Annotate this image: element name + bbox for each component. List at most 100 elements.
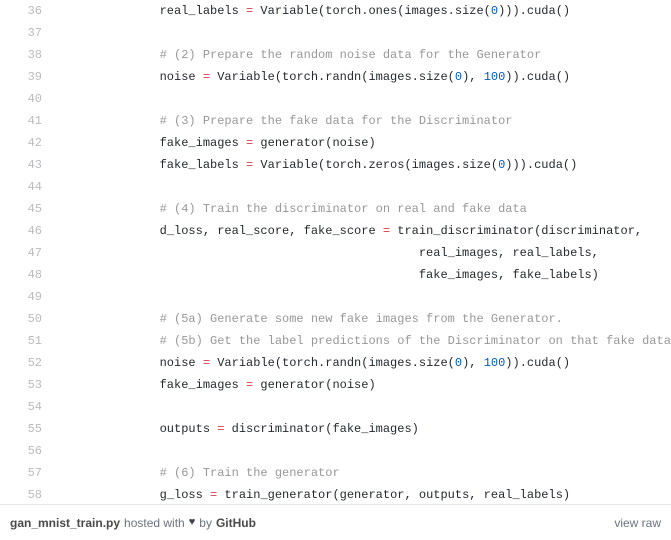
code-token-comment: # (4) Train the discriminator on real an… <box>102 202 527 216</box>
code-line: 55 outputs = discriminator(fake_images) <box>0 418 671 440</box>
gist-filename: gan_mnist_train.py <box>10 515 121 530</box>
code-line: 47 real_images, real_labels, <box>0 242 671 264</box>
line-content: outputs = discriminator(fake_images) <box>52 418 671 440</box>
code-token-plain: real_images, real_labels, <box>102 246 599 260</box>
line-number: 58 <box>0 484 52 504</box>
by-label: by <box>199 515 212 530</box>
line-number: 38 <box>0 44 52 66</box>
code-line: 38 # (2) Prepare the random noise data f… <box>0 44 671 66</box>
code-token-plain: d_loss, real_score, fake_score <box>102 224 383 238</box>
code-table: 36 real_labels = Variable(torch.ones(ima… <box>0 0 671 504</box>
line-number: 49 <box>0 286 52 308</box>
line-number: 56 <box>0 440 52 462</box>
code-token-plain: discriminator(fake_images) <box>224 422 419 436</box>
line-number: 48 <box>0 264 52 286</box>
line-content: # (5a) Generate some new fake images fro… <box>52 308 671 330</box>
code-token-op: = <box>202 70 211 84</box>
line-content <box>52 176 671 198</box>
line-content <box>52 440 671 462</box>
code-token-plain: g_loss <box>102 488 211 502</box>
code-token-plain: )).cuda() <box>505 356 571 370</box>
code-line: 42 fake_images = generator(noise) <box>0 132 671 154</box>
line-content: fake_images = generator(noise) <box>52 374 671 396</box>
code-token-plain: generator(noise) <box>253 378 376 392</box>
line-content: # (2) Prepare the random noise data for … <box>52 44 671 66</box>
code-token-num: 0 <box>454 356 463 370</box>
code-token-plain: Variable(torch.zeros(images.size( <box>253 158 499 172</box>
line-content: g_loss = train_generator(generator, outp… <box>52 484 671 504</box>
github-brand-label: GitHub <box>215 515 256 530</box>
line-number: 42 <box>0 132 52 154</box>
line-number: 50 <box>0 308 52 330</box>
gist-embed: 36 real_labels = Variable(torch.ones(ima… <box>0 0 671 540</box>
code-token-plain: ), <box>462 70 484 84</box>
code-line: 51 # (5b) Get the label predictions of t… <box>0 330 671 352</box>
code-line: 54 <box>0 396 671 418</box>
code-line: 56 <box>0 440 671 462</box>
line-number: 52 <box>0 352 52 374</box>
code-token-num: 0 <box>454 70 463 84</box>
line-number: 41 <box>0 110 52 132</box>
code-token-comment: # (5b) Get the label predictions of the … <box>102 334 671 348</box>
line-number: 51 <box>0 330 52 352</box>
gist-meta-bar: gan_mnist_train.py hosted with ♥ by GitH… <box>0 504 671 540</box>
code-line: 46 d_loss, real_score, fake_score = trai… <box>0 220 671 242</box>
line-number: 57 <box>0 462 52 484</box>
code-token-plain: train_generator(generator, outputs, real… <box>217 488 571 502</box>
line-content: d_loss, real_score, fake_score = train_d… <box>52 220 671 242</box>
code-lines: 36 real_labels = Variable(torch.ones(ima… <box>0 0 671 504</box>
line-content <box>52 88 671 110</box>
code-token-num: 100 <box>483 70 506 84</box>
code-line: 37 <box>0 22 671 44</box>
code-token-plain: Variable(torch.randn(images.size( <box>210 70 455 84</box>
line-number: 53 <box>0 374 52 396</box>
code-token-plain: ), <box>462 356 484 370</box>
code-line: 39 noise = Variable(torch.randn(images.s… <box>0 66 671 88</box>
hosted-with-label: hosted with <box>124 515 185 530</box>
code-token-plain: real_labels <box>102 4 247 18</box>
line-content: noise = Variable(torch.randn(images.size… <box>52 66 671 88</box>
gist-meta-left: gan_mnist_train.py hosted with ♥ by GitH… <box>10 516 256 530</box>
code-line: 40 <box>0 88 671 110</box>
code-token-plain: outputs <box>102 422 218 436</box>
code-token-num: 100 <box>483 356 506 370</box>
code-token-op: = <box>202 356 211 370</box>
code-token-plain: Variable(torch.ones(images.size( <box>253 4 491 18</box>
code-token-num: 0 <box>490 4 499 18</box>
code-line: 41 # (3) Prepare the fake data for the D… <box>0 110 671 132</box>
line-number: 54 <box>0 396 52 418</box>
line-number: 43 <box>0 154 52 176</box>
code-line: 50 # (5a) Generate some new fake images … <box>0 308 671 330</box>
line-number: 45 <box>0 198 52 220</box>
code-token-comment: # (5a) Generate some new fake images fro… <box>102 312 563 326</box>
code-token-plain: ))).cuda() <box>498 4 571 18</box>
code-token-plain: fake_images <box>102 378 247 392</box>
heart-icon: ♥ <box>188 516 196 528</box>
code-token-plain: noise <box>102 356 203 370</box>
code-line: 48 fake_images, fake_labels) <box>0 264 671 286</box>
line-content: # (6) Train the generator <box>52 462 671 484</box>
code-token-plain: )).cuda() <box>505 70 571 84</box>
line-content: fake_images = generator(noise) <box>52 132 671 154</box>
line-number: 44 <box>0 176 52 198</box>
line-content: fake_labels = Variable(torch.zeros(image… <box>52 154 671 176</box>
view-raw-link[interactable]: view raw <box>614 516 661 530</box>
code-viewport: 36 real_labels = Variable(torch.ones(ima… <box>0 0 671 504</box>
line-content: fake_images, fake_labels) <box>52 264 671 286</box>
code-token-comment: # (3) Prepare the fake data for the Disc… <box>102 114 513 128</box>
code-line: 53 fake_images = generator(noise) <box>0 374 671 396</box>
line-content: noise = Variable(torch.randn(images.size… <box>52 352 671 374</box>
code-token-plain: ))).cuda() <box>505 158 578 172</box>
line-number: 36 <box>0 0 52 22</box>
code-line: 43 fake_labels = Variable(torch.zeros(im… <box>0 154 671 176</box>
code-line: 58 g_loss = train_generator(generator, o… <box>0 484 671 504</box>
code-line: 36 real_labels = Variable(torch.ones(ima… <box>0 0 671 22</box>
code-line: 44 <box>0 176 671 198</box>
line-content: # (4) Train the discriminator on real an… <box>52 198 671 220</box>
code-line: 49 <box>0 286 671 308</box>
code-token-plain: fake_images, fake_labels) <box>102 268 599 282</box>
line-content: real_images, real_labels, <box>52 242 671 264</box>
line-number: 39 <box>0 66 52 88</box>
code-line: 45 # (4) Train the discriminator on real… <box>0 198 671 220</box>
code-token-plain: noise <box>102 70 203 84</box>
